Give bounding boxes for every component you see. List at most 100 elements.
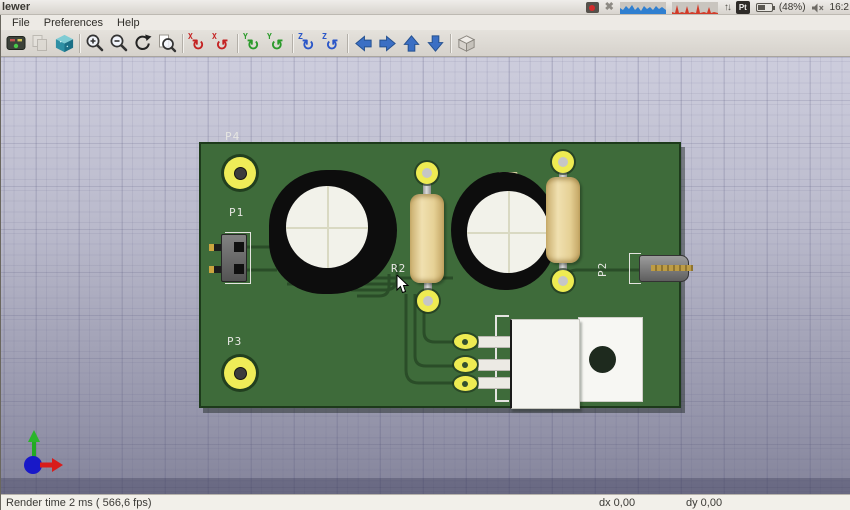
through-hole-pad-p4 — [224, 157, 256, 189]
menu-file[interactable]: File — [12, 17, 30, 29]
rotate-x-cw-button[interactable]: X ↻ — [186, 32, 210, 55]
pan-down-button[interactable] — [423, 32, 447, 55]
ref-label-p4: P4 — [225, 130, 241, 143]
cube-3d-icon — [55, 34, 73, 52]
pt-indicator-icon[interactable]: Pt — [735, 1, 750, 14]
zoom-in-button[interactable] — [83, 32, 107, 55]
reload-board-icon — [6, 36, 26, 50]
ref-label-p2: P2 — [596, 261, 609, 277]
reload-board-button[interactable] — [4, 32, 28, 55]
toolbar-separator — [237, 33, 238, 53]
zoom-out-icon — [110, 34, 128, 52]
rotate-ccw-icon: ↺ — [215, 37, 229, 54]
window-title: lewer — [2, 1, 31, 13]
render-time-status: Render time 2 ms ( 566,6 fps) — [6, 497, 152, 509]
window-border — [0, 15, 1, 510]
axis-y-label: Y — [243, 31, 248, 41]
rotate-z-cw-button[interactable]: Z ↻ — [296, 32, 320, 55]
mouse-cursor — [396, 275, 410, 294]
zoom-fit-button[interactable] — [155, 32, 179, 55]
menu-preferences[interactable]: Preferences — [44, 17, 103, 29]
silkscreen-tick — [495, 400, 509, 402]
system-panel: lewer ✖ ↑↓ Pt (48%) 16:2 — [0, 0, 850, 15]
toolbar-separator — [79, 33, 80, 53]
pan-right-button[interactable] — [375, 32, 399, 55]
axis-x-label: X — [188, 31, 193, 41]
copy-image-button[interactable] — [28, 32, 52, 55]
capacitor-vent-line — [508, 191, 510, 273]
ring-pad — [417, 290, 439, 312]
arrow-left-icon — [354, 34, 372, 52]
3d-shaded-mode-button[interactable] — [52, 32, 76, 55]
axis-z-label: Z — [322, 31, 327, 41]
menu-help[interactable]: Help — [117, 17, 140, 29]
rotate-y-cw-button[interactable]: Y ↻ — [241, 32, 265, 55]
cpu-load-graph-icon[interactable] — [619, 1, 666, 14]
rotate-y-ccw-button[interactable]: Y ↺ — [265, 32, 289, 55]
rotate-cw-icon: ↻ — [246, 37, 260, 54]
axis-x-label: X — [212, 31, 217, 41]
axis-y-label: Y — [267, 31, 272, 41]
toolbar-separator — [292, 33, 293, 53]
system-tray: ✖ ↑↓ Pt (48%) 16:2 — [585, 0, 850, 15]
smd-pad — [454, 334, 477, 349]
pan-left-button[interactable] — [351, 32, 375, 55]
z-axis-dot — [24, 456, 42, 474]
dx-status: dx 0,00 — [599, 497, 636, 509]
rotate-cw-icon: ↻ — [191, 37, 205, 54]
zoom-fit-icon — [159, 34, 177, 53]
regulator-lead — [478, 377, 512, 389]
axis-indicator — [24, 430, 63, 474]
capacitor-c1-top — [286, 186, 368, 268]
toolbar-separator — [347, 33, 348, 53]
3d-viewport[interactable]: P4 P1 R2 P2 P3 — [0, 57, 850, 494]
rotate-x-ccw-button[interactable]: X ↺ — [210, 32, 234, 55]
rotate-ccw-icon: ↺ — [325, 37, 339, 54]
ref-label-p1: P1 — [229, 206, 245, 219]
toolbar-separator — [450, 33, 451, 53]
battery-icon[interactable] — [755, 3, 775, 12]
zoom-out-button[interactable] — [107, 32, 131, 55]
connector-p2-pins — [651, 265, 693, 271]
capacitor-c2-top — [467, 191, 549, 273]
volume-muted-icon[interactable] — [811, 3, 824, 13]
cpu-load-graph — [619, 4, 666, 14]
through-hole-pad-p3 — [224, 357, 256, 389]
smd-pad — [454, 357, 477, 372]
arrow-up-icon — [402, 34, 420, 52]
arrow-down-icon — [426, 34, 444, 52]
viewport-bottom-shade — [1, 478, 850, 494]
silkscreen-tick — [495, 315, 509, 317]
menubar: File Preferences Help — [0, 15, 850, 30]
tray-close-icon[interactable]: ✖ — [605, 2, 614, 13]
screen-record-icon[interactable] — [585, 2, 599, 13]
wireframe-cube-icon — [457, 34, 475, 52]
capacitor-vent-line — [327, 186, 329, 268]
smd-pad — [454, 376, 477, 391]
clock[interactable]: 16:2 — [830, 2, 849, 13]
regulator-lead — [478, 336, 512, 348]
battery-percentage: (48%) — [778, 2, 806, 13]
pan-up-button[interactable] — [399, 32, 423, 55]
ortho-view-button[interactable] — [454, 32, 478, 55]
kicad-3d-viewer-window: lewer ✖ ↑↓ Pt (48%) 16:2 File Preference… — [0, 0, 850, 510]
rotate-ccw-icon: ↺ — [270, 37, 284, 54]
ref-label-r2: R2 — [391, 262, 407, 275]
redraw-button[interactable] — [131, 32, 155, 55]
ref-label-p2-wrap: P2 — [593, 257, 611, 277]
dy-status: dy 0,00 — [686, 497, 723, 509]
axis-z-label: Z — [298, 31, 303, 41]
network-load-graph-icon[interactable] — [671, 1, 718, 14]
network-updown-icon[interactable]: ↑↓ — [724, 2, 732, 13]
ring-pad — [552, 151, 574, 173]
regulator-lead — [478, 359, 512, 371]
regulator-body-u1 — [510, 319, 580, 409]
pin-slot — [234, 264, 244, 274]
statusbar: Render time 2 ms ( 566,6 fps) dx 0,00 dy… — [0, 494, 850, 510]
regulator-mount-hole — [589, 346, 616, 373]
rotate-z-ccw-button[interactable]: Z ↺ — [320, 32, 344, 55]
resistor-r2 — [546, 177, 580, 263]
toolbar: X ↻ X ↺ Y ↻ Y ↺ Z ↻ Z ↺ — [0, 30, 850, 57]
ref-label-p3: P3 — [227, 335, 243, 348]
ring-pad — [416, 162, 438, 184]
